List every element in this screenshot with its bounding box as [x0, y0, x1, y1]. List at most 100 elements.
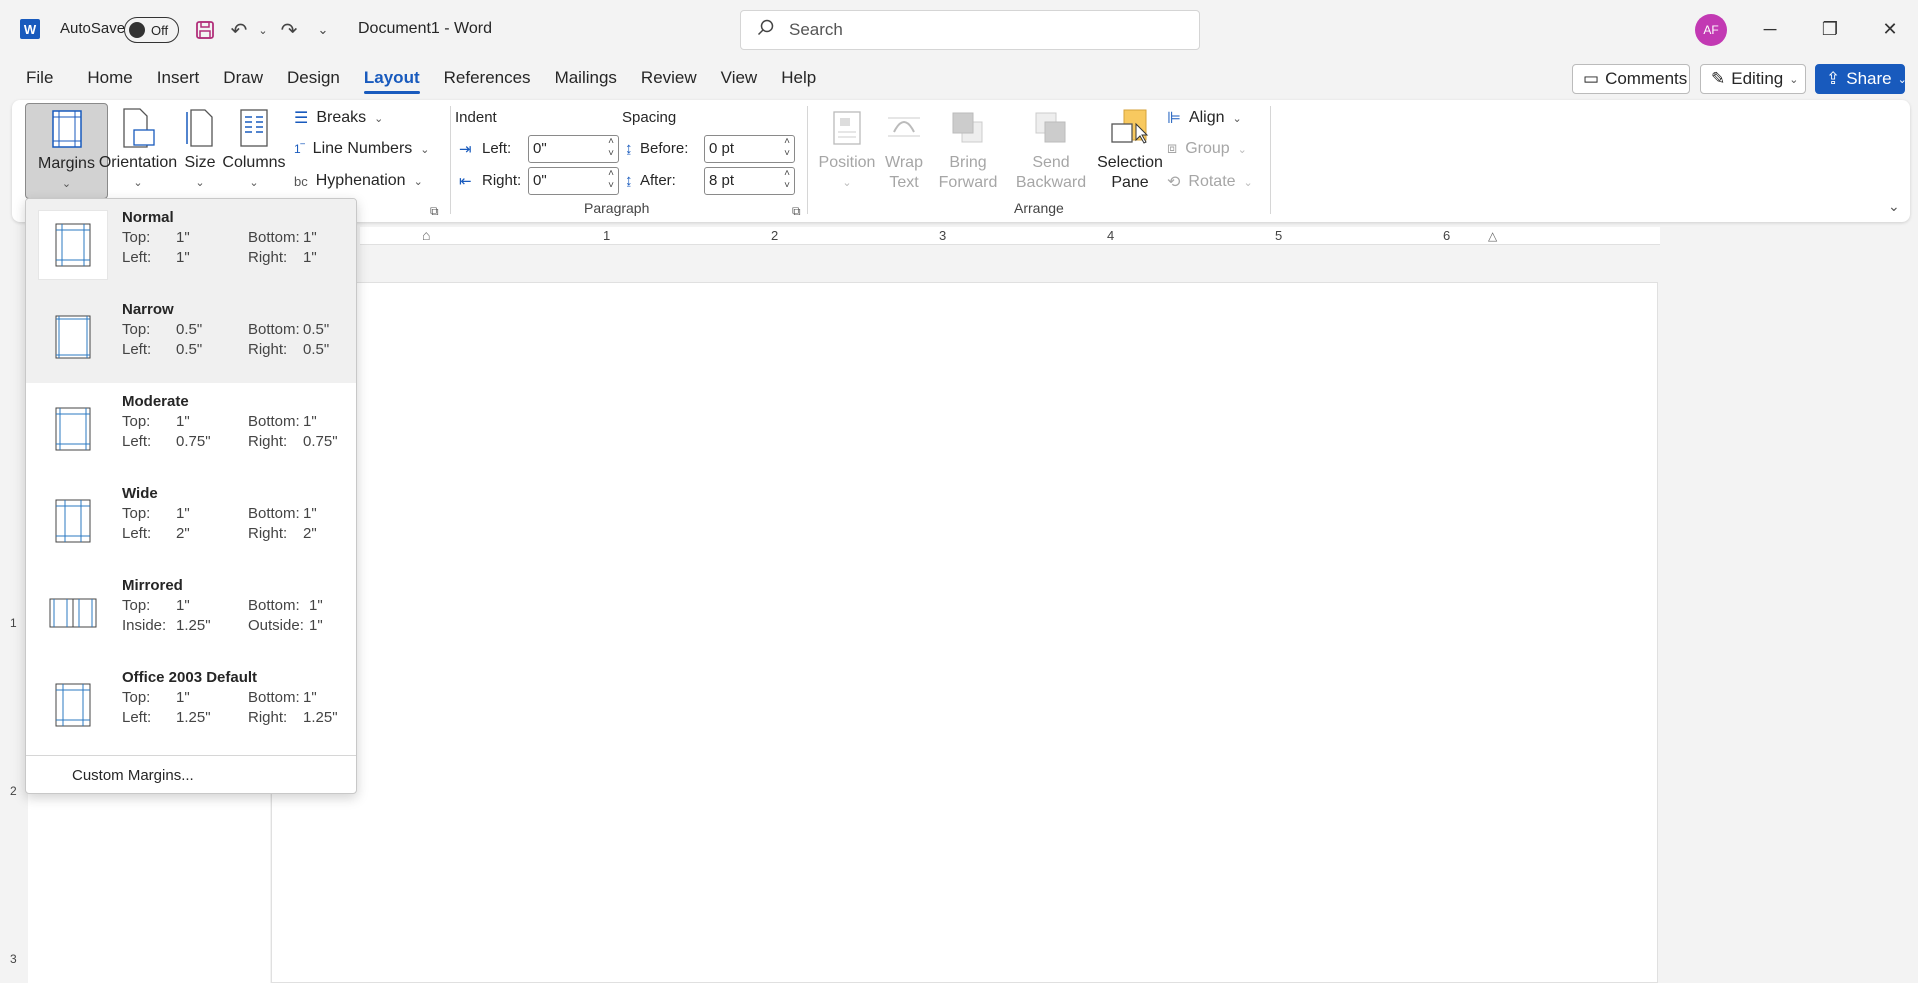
- size-button[interactable]: Size ⌄: [178, 107, 222, 193]
- editing-mode-button[interactable]: ✎ Editing ⌄: [1700, 64, 1806, 94]
- spacing-before-input[interactable]: 0 pt ˄ ˅: [704, 135, 795, 163]
- spinner-arrows-icon[interactable]: ˄ ˅: [608, 168, 614, 192]
- ruler-mark: 1: [10, 616, 17, 630]
- indent-right-input[interactable]: 0" ˄ ˅: [528, 167, 619, 195]
- option-left-label: Left:: [122, 525, 152, 542]
- group-separator: [450, 106, 451, 214]
- vertical-ruler: 1 2 3: [6, 250, 26, 983]
- page-setup-launcher-icon[interactable]: ⧉: [430, 204, 439, 219]
- tab-view[interactable]: View: [709, 62, 770, 96]
- wrap-text-button[interactable]: Wrap Text: [874, 107, 934, 193]
- bring-forward-label-line2: Forward: [938, 174, 998, 191]
- tab-design[interactable]: Design: [275, 62, 352, 96]
- tab-draw[interactable]: Draw: [211, 62, 275, 96]
- restore-icon[interactable]: ❐: [1815, 14, 1845, 44]
- position-button[interactable]: Position ⌄: [817, 107, 877, 193]
- chevron-down-icon: ⌄: [61, 178, 72, 190]
- group-button[interactable]: ⧈ Group ⌄: [1167, 140, 1247, 158]
- indent-heading: Indent: [455, 109, 497, 126]
- document-page[interactable]: [271, 282, 1658, 983]
- option-top-label: Top:: [122, 597, 151, 614]
- option-top-value: 0.5": [176, 321, 203, 338]
- option-left-value: 1": [176, 249, 190, 266]
- chevron-down-icon: ⌄: [374, 112, 384, 125]
- selection-pane-icon: [1110, 107, 1150, 149]
- tab-review[interactable]: Review: [629, 62, 709, 96]
- autosave-toggle[interactable]: Off: [124, 17, 179, 43]
- margin-option-narrow[interactable]: Narrow Top: 0.5" Bottom: 0.5" Left: 0.5"…: [26, 291, 356, 383]
- chevron-down-icon: ⌄: [133, 177, 143, 189]
- redo-icon[interactable]: ↷: [276, 17, 302, 43]
- first-line-indent-marker-icon[interactable]: ⌂: [422, 227, 430, 243]
- spinner-arrows-icon[interactable]: ˄ ˅: [784, 136, 790, 160]
- tab-home[interactable]: Home: [75, 62, 144, 96]
- tab-insert[interactable]: Insert: [145, 62, 212, 96]
- option-bottom-value: 1": [303, 505, 317, 522]
- option-bottom-label: Bottom:: [248, 321, 300, 338]
- tab-mailings[interactable]: Mailings: [543, 62, 629, 96]
- save-icon[interactable]: [192, 17, 218, 43]
- send-backward-button[interactable]: Send Backward: [1008, 107, 1094, 193]
- spacing-before-value: 0 pt: [709, 140, 735, 157]
- bring-forward-button[interactable]: Bring Forward: [930, 107, 1006, 193]
- margin-option-moderate[interactable]: Moderate Top: 1" Bottom: 1" Left: 0.75" …: [26, 383, 356, 475]
- ruler-mark: 1: [603, 228, 611, 243]
- line-numbers-button[interactable]: 1‾ Line Numbers ⌄: [294, 140, 430, 158]
- avatar[interactable]: AF: [1695, 14, 1727, 46]
- hyphenation-button[interactable]: bc Hyphenation ⌄: [294, 172, 423, 190]
- title-bar: W AutoSave Off ↶ ⌄ ↷ ⌄ Document1 - Word …: [0, 0, 1918, 60]
- breaks-button[interactable]: ☰ Breaks ⌄: [294, 108, 383, 128]
- spacing-after-label: After:: [640, 172, 676, 189]
- margin-mirrored-icon: [38, 578, 108, 648]
- group-separator: [807, 106, 808, 214]
- option-bottom-label: Bottom:: [248, 689, 300, 706]
- paragraph-launcher-icon[interactable]: ⧉: [792, 204, 801, 219]
- custom-margins-item[interactable]: Custom Margins...: [72, 767, 194, 784]
- spinner-arrows-icon[interactable]: ˄ ˅: [784, 168, 790, 192]
- tab-help[interactable]: Help: [769, 62, 828, 96]
- option-left-label: Left:: [122, 341, 152, 358]
- option-right-label: Right:: [248, 341, 288, 358]
- orientation-button[interactable]: Orientation ⌄: [88, 107, 188, 193]
- margin-option-mirrored[interactable]: Mirrored Top: 1" Bottom: 1" Inside: 1.25…: [26, 567, 356, 659]
- columns-button[interactable]: Columns ⌄: [222, 107, 286, 193]
- chevron-down-icon: ⌄: [195, 177, 205, 189]
- minimize-icon[interactable]: ─: [1755, 14, 1785, 44]
- search-box[interactable]: Search: [740, 10, 1200, 50]
- indent-left-icon: ⇥: [459, 141, 472, 158]
- collapse-ribbon-icon[interactable]: ⌄: [1888, 198, 1900, 215]
- ruler-mark: 3: [939, 228, 947, 243]
- undo-icon[interactable]: ↶: [226, 17, 252, 43]
- spinner-arrows-icon[interactable]: ˄ ˅: [608, 136, 614, 160]
- tab-layout[interactable]: Layout: [352, 62, 432, 96]
- right-indent-marker-icon[interactable]: △: [1488, 229, 1497, 243]
- arrange-group-label: Arrange: [1014, 200, 1064, 216]
- spacing-after-input[interactable]: 8 pt ˄ ˅: [704, 167, 795, 195]
- position-icon: [827, 107, 867, 149]
- margin-option-office-2003-default[interactable]: Office 2003 Default Top: 1" Bottom: 1" L…: [26, 659, 356, 751]
- rotate-button[interactable]: ⟲ Rotate ⌄: [1167, 172, 1253, 192]
- indent-left-input[interactable]: 0" ˄ ˅: [528, 135, 619, 163]
- close-icon[interactable]: ✕: [1875, 14, 1905, 44]
- share-button[interactable]: ⇪ Share ⌄: [1815, 64, 1907, 94]
- align-button[interactable]: ⊫ Align ⌄: [1167, 108, 1242, 128]
- selection-pane-label-line2: Pane: [1111, 174, 1149, 191]
- selection-pane-label-line1: Selection: [1097, 154, 1163, 171]
- option-bottom-label: Bottom:: [248, 505, 300, 522]
- option-top-value: 1": [176, 505, 190, 522]
- option-left-value: 0.75": [176, 433, 211, 450]
- share-label: Share: [1846, 69, 1892, 88]
- tab-file[interactable]: File: [0, 62, 65, 96]
- comments-button[interactable]: ▭ Comments: [1572, 64, 1690, 94]
- tab-references[interactable]: References: [432, 62, 543, 96]
- customize-toolbar-icon[interactable]: ⌄: [310, 17, 336, 43]
- margin-option-normal[interactable]: Normal Top: 1" Bottom: 1" Left: 1" Right…: [26, 199, 356, 291]
- selection-pane-button[interactable]: Selection Pane: [1092, 107, 1168, 193]
- menu-divider: [26, 755, 356, 756]
- undo-dropdown-icon[interactable]: ⌄: [250, 17, 276, 43]
- margin-option-wide[interactable]: Wide Top: 1" Bottom: 1" Left: 2" Right: …: [26, 475, 356, 567]
- option-left-value: 2": [176, 525, 190, 542]
- position-label: Position: [818, 154, 876, 171]
- option-top-label: Top:: [122, 413, 151, 430]
- indent-left-label: Left:: [482, 140, 512, 157]
